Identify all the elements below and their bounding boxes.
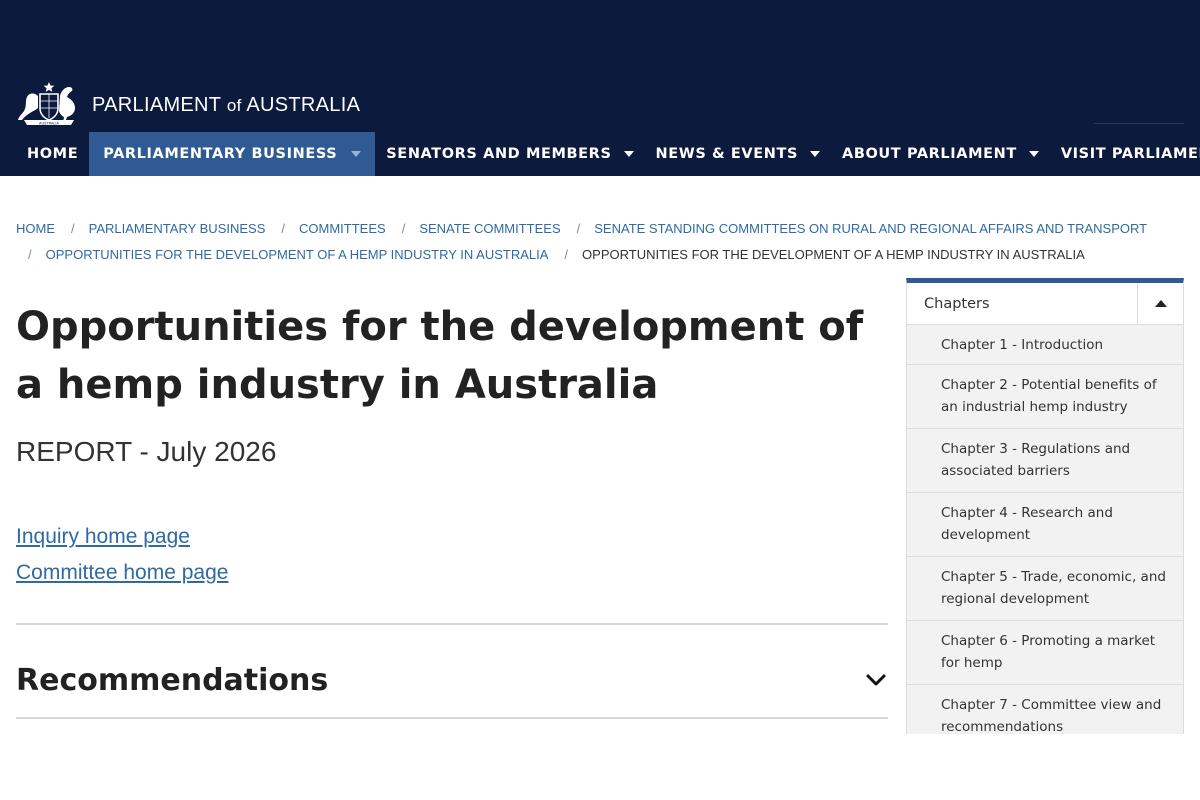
chapter-link[interactable]: Chapter 5 - Trade, economic, and regiona…	[907, 557, 1183, 621]
chapter-link[interactable]: Chapter 6 - Promoting a market for hemp	[907, 621, 1183, 685]
breadcrumb-inquiry[interactable]: OPPORTUNITIES FOR THE DEVELOPMENT OF A H…	[46, 242, 549, 268]
nav-label: HOME	[27, 146, 79, 162]
chevron-down-icon	[866, 674, 886, 686]
breadcrumb-separator: /	[576, 221, 581, 236]
chapters-collapse-button[interactable]	[1137, 283, 1183, 325]
nav-senators-and-members[interactable]: SENATORS AND MEMBERS	[375, 132, 644, 176]
coat-of-arms-icon: AUSTRALIA	[18, 82, 75, 125]
nav-about-parliament[interactable]: ABOUT PARLIAMENT	[831, 132, 1050, 176]
chapters-heading: Chapters	[924, 295, 990, 312]
site-name: PARLIAMENT of AUSTRALIA	[92, 94, 360, 117]
committee-home-link[interactable]: Committee home page	[16, 561, 228, 585]
nav-label: NEWS & EVENTS	[655, 146, 799, 162]
site-name-part: PARLIAMENT	[92, 93, 221, 116]
breadcrumb-line: / OPPORTUNITIES FOR THE DEVELOPMENT OF A…	[16, 242, 1186, 268]
breadcrumb-committees[interactable]: COMMITTEES	[299, 216, 386, 242]
page-title: Opportunities for the development of a h…	[16, 304, 864, 408]
caret-up-icon	[1154, 300, 1167, 307]
report-subtitle: REPORT - July 2026	[16, 436, 277, 467]
site-name-part: of	[226, 95, 242, 115]
section-divider	[16, 623, 888, 625]
caret-down-icon	[1028, 151, 1039, 157]
site-name-part: AUSTRALIA	[246, 93, 361, 116]
caret-down-icon	[351, 151, 362, 157]
breadcrumb-separator: /	[281, 221, 286, 236]
chapter-link[interactable]: Chapter 7 - Committee view and recommend…	[907, 685, 1183, 734]
caret-down-icon	[810, 151, 821, 157]
chapters-sidebar: Chapters Chapter 1 - Introduction Chapte…	[906, 278, 1184, 734]
nav-label: ABOUT PARLIAMENT	[842, 146, 1017, 162]
breadcrumb-current-page: OPPORTUNITIES FOR THE DEVELOPMENT OF A H…	[582, 247, 1085, 262]
chapter-link[interactable]: Chapter 2 - Potential benefits of an ind…	[907, 365, 1183, 429]
breadcrumb-line: HOME / PARLIAMENTARY BUSINESS / COMMITTE…	[16, 216, 1186, 242]
chapter-link[interactable]: Chapter 4 - Research and development	[907, 493, 1183, 557]
site-header: AUSTRALIA PARLIAMENT of AUSTRALIA HOME P…	[0, 0, 1200, 176]
breadcrumb-separator: /	[28, 247, 32, 262]
chapters-header: Chapters	[907, 283, 1183, 325]
nav-news-events[interactable]: NEWS & EVENTS	[645, 132, 832, 176]
breadcrumb-separator: /	[401, 221, 406, 236]
breadcrumb-home[interactable]: HOME	[16, 216, 55, 242]
header-divider	[1094, 123, 1184, 124]
chapter-link[interactable]: Chapter 1 - Introduction	[907, 325, 1183, 365]
nav-label: SENATORS AND MEMBERS	[386, 146, 612, 162]
breadcrumb-separator: /	[71, 221, 75, 236]
main-nav: HOME PARLIAMENTARY BUSINESS SENATORS AND…	[16, 132, 1200, 176]
breadcrumb-parliamentary-business[interactable]: PARLIAMENTARY BUSINESS	[89, 216, 266, 242]
site-logo[interactable]: AUSTRALIA PARLIAMENT of AUSTRALIA	[16, 80, 360, 130]
nav-parliamentary-business[interactable]: PARLIAMENTARY BUSINESS	[89, 132, 376, 176]
section-divider	[16, 717, 888, 719]
breadcrumb-senate-committees[interactable]: SENATE COMMITTEES	[419, 216, 560, 242]
breadcrumb-rural-regional-committee[interactable]: SENATE STANDING COMMITTEES ON RURAL AND …	[594, 216, 1147, 242]
breadcrumb-separator: /	[564, 247, 569, 262]
breadcrumb: HOME / PARLIAMENTARY BUSINESS / COMMITTE…	[16, 216, 1186, 268]
recommendations-accordion[interactable]: Recommendations	[16, 656, 888, 704]
nav-visit-parliament[interactable]: VISIT PARLIAMENT	[1050, 132, 1200, 176]
chapter-link[interactable]: Chapter 3 - Regulations and associated b…	[907, 429, 1183, 493]
recommendations-heading: Recommendations	[16, 662, 329, 698]
inquiry-home-link[interactable]: Inquiry home page	[16, 525, 190, 549]
nav-home[interactable]: HOME	[16, 132, 89, 176]
nav-label: PARLIAMENTARY BUSINESS	[103, 146, 338, 162]
crest-banner-text: AUSTRALIA	[39, 121, 59, 125]
caret-down-icon	[623, 151, 634, 157]
nav-label: VISIT PARLIAMENT	[1060, 146, 1200, 162]
